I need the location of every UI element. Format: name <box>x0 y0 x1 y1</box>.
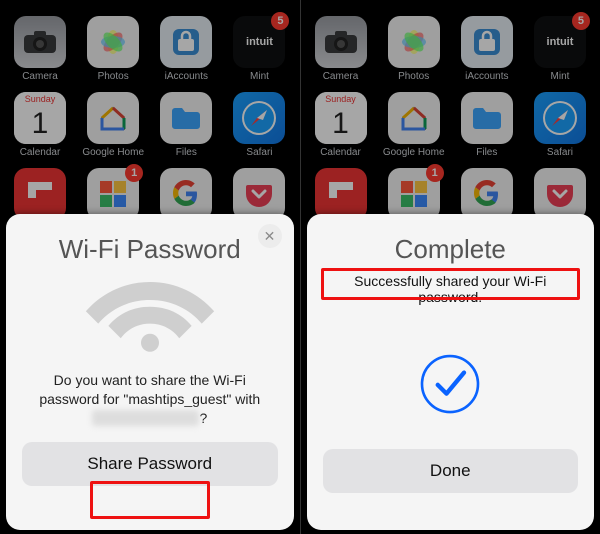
share-prompt-text: Do you want to share the Wi-Fi password … <box>22 371 278 428</box>
complete-message: Successfully shared your Wi-Fi password. <box>323 273 579 305</box>
highlight-share-button <box>90 481 210 519</box>
wifi-icon <box>22 273 278 363</box>
share-password-button[interactable]: Share Password <box>22 442 278 486</box>
sheet-title: Wi-Fi Password <box>22 234 278 265</box>
done-button[interactable]: Done <box>323 449 579 493</box>
wifi-share-sheet: ✕ Wi-Fi Password Do you want to share th… <box>6 214 294 530</box>
phone-left: CameraPhotosiAccountsintuit5MintSunday1C… <box>0 0 300 534</box>
phone-right: CameraPhotosiAccountsintuit5MintSunday1C… <box>300 0 600 534</box>
success-check-icon <box>323 349 579 419</box>
close-button[interactable]: ✕ <box>258 224 282 248</box>
wifi-complete-sheet: Complete Successfully shared your Wi-Fi … <box>307 214 595 530</box>
close-icon: ✕ <box>264 228 276 245</box>
sheet-title: Complete <box>323 234 579 265</box>
